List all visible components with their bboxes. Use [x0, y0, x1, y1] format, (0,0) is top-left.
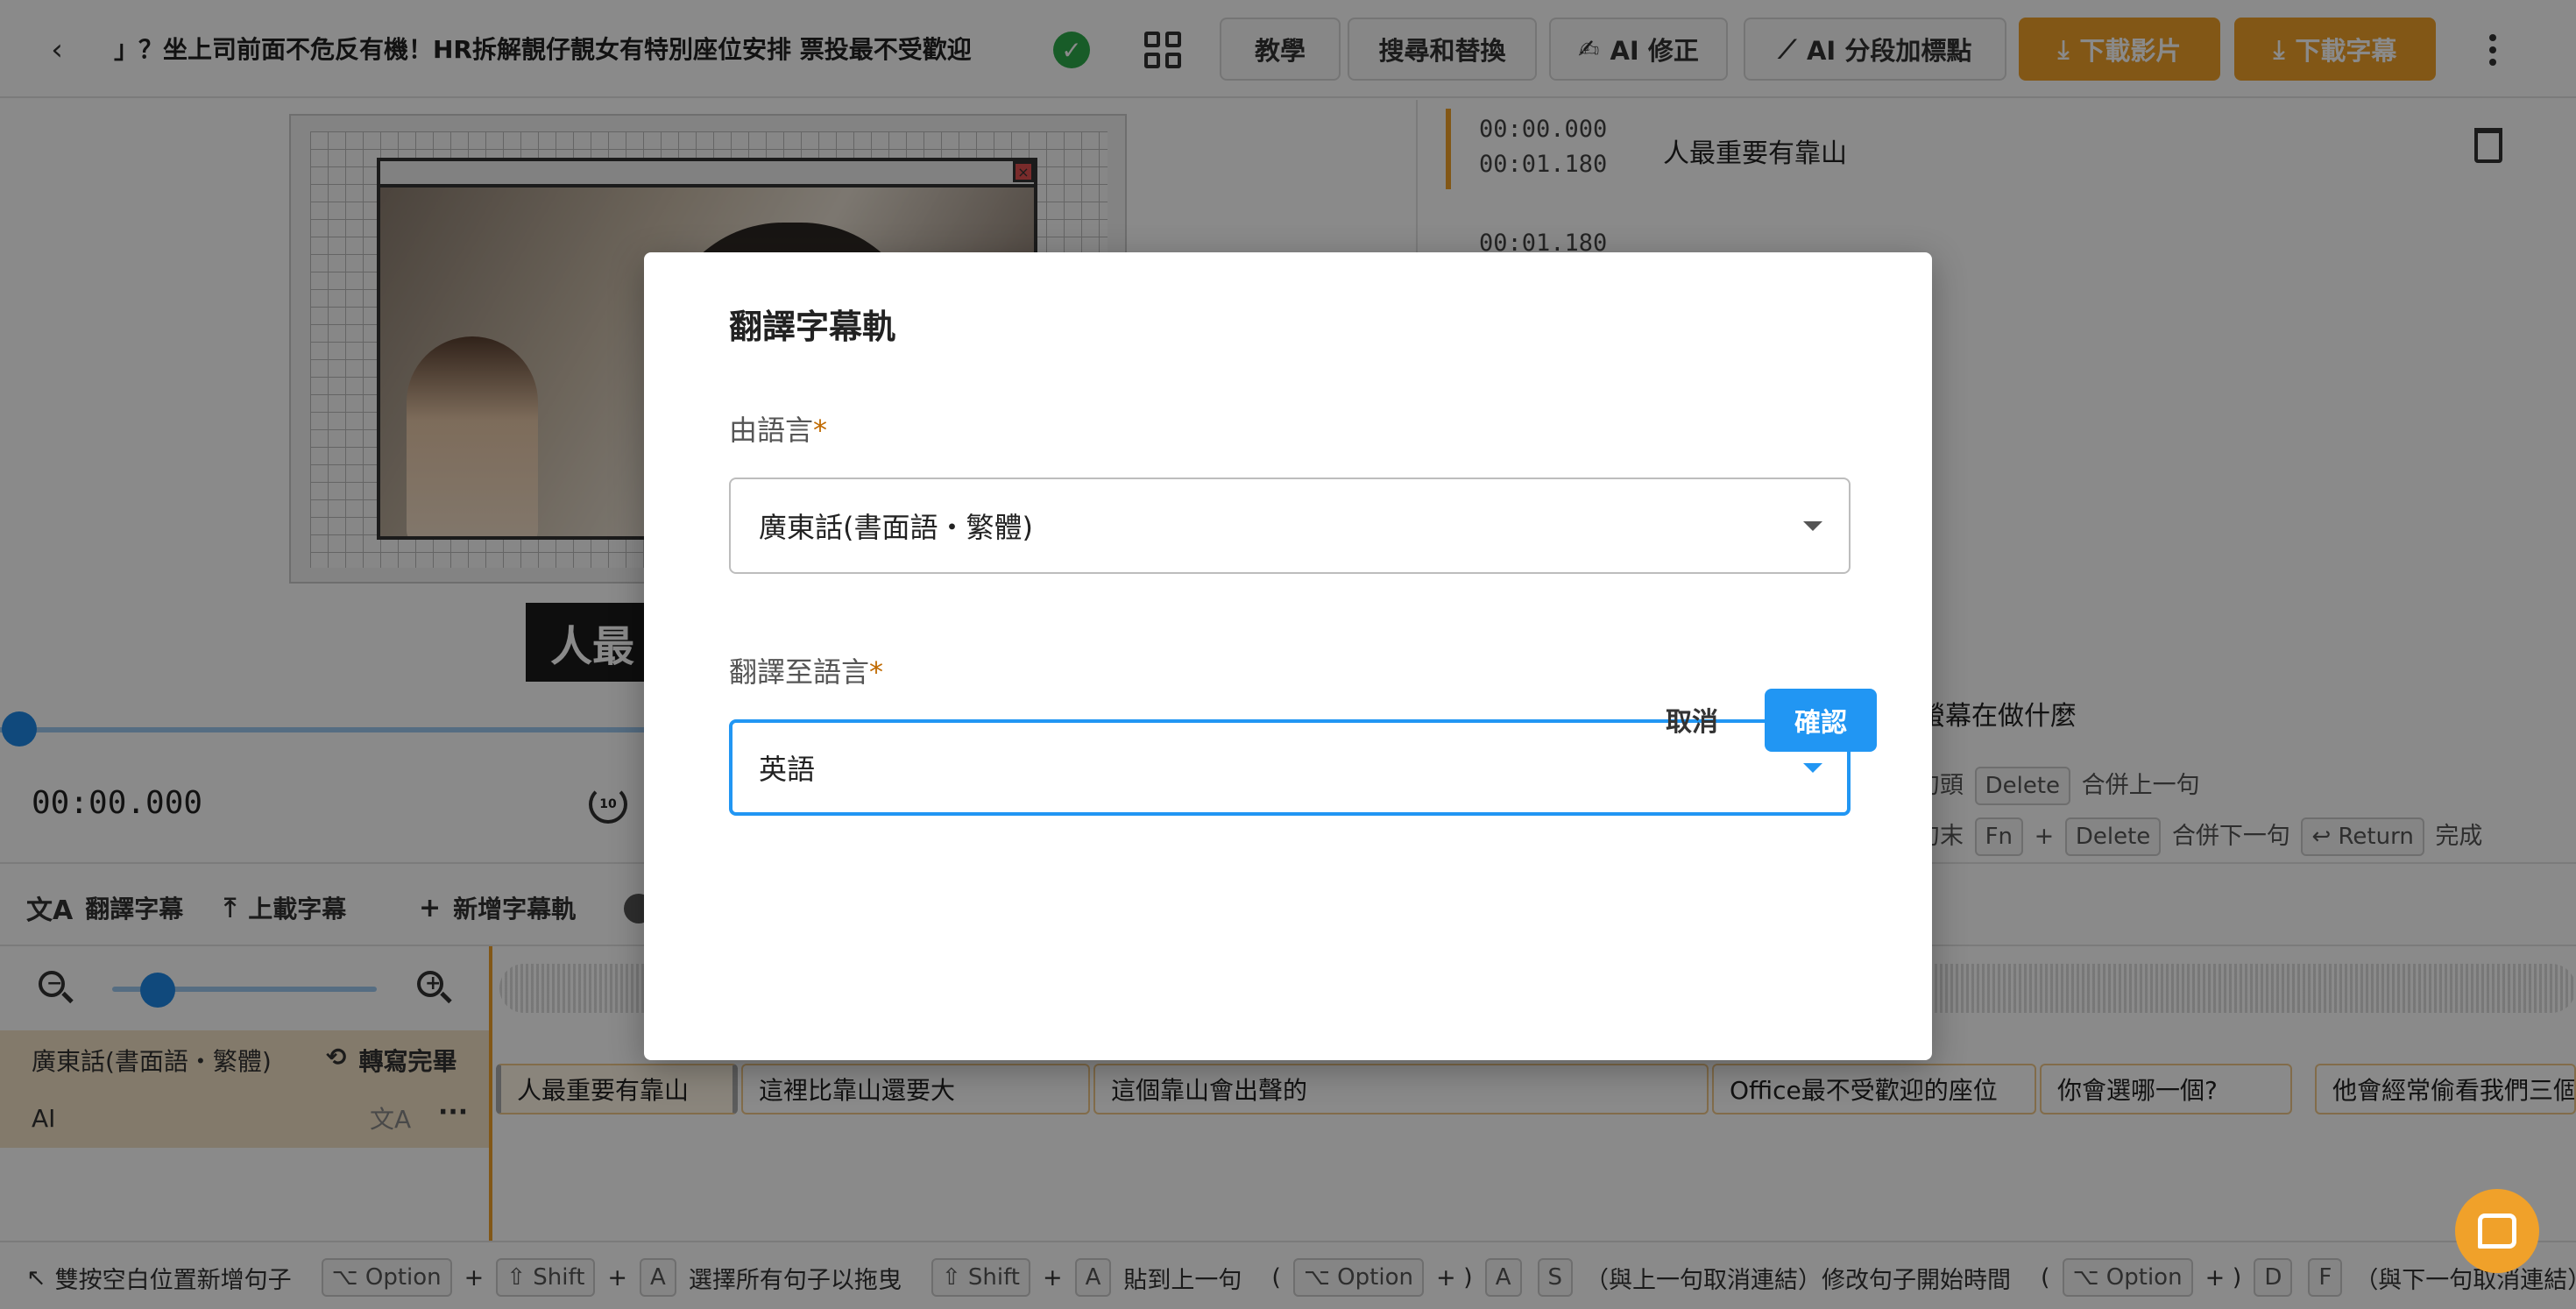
cancel-button[interactable]: 取消 [1639, 689, 1744, 750]
translate-track-dialog: 翻譯字幕軌 由語言* 廣東話(書面語・繁體) 翻譯至語言* 英語 取消 確認 [644, 252, 1932, 1060]
caret-down-icon [1803, 521, 1822, 531]
dialog-title: 翻譯字幕軌 [729, 308, 896, 346]
from-language-value: 廣東話(書面語・繁體) [759, 511, 1033, 544]
confirm-button[interactable]: 確認 [1765, 689, 1877, 752]
chat-button[interactable] [2455, 1189, 2539, 1273]
caret-down-icon [1803, 763, 1822, 773]
to-language-label: 翻譯至語言* [729, 655, 884, 689]
chat-icon [2478, 1213, 2516, 1249]
to-language-value: 英語 [759, 753, 816, 786]
from-language-select[interactable]: 廣東話(書面語・繁體) [729, 478, 1851, 574]
from-language-label: 由語言* [729, 414, 828, 447]
